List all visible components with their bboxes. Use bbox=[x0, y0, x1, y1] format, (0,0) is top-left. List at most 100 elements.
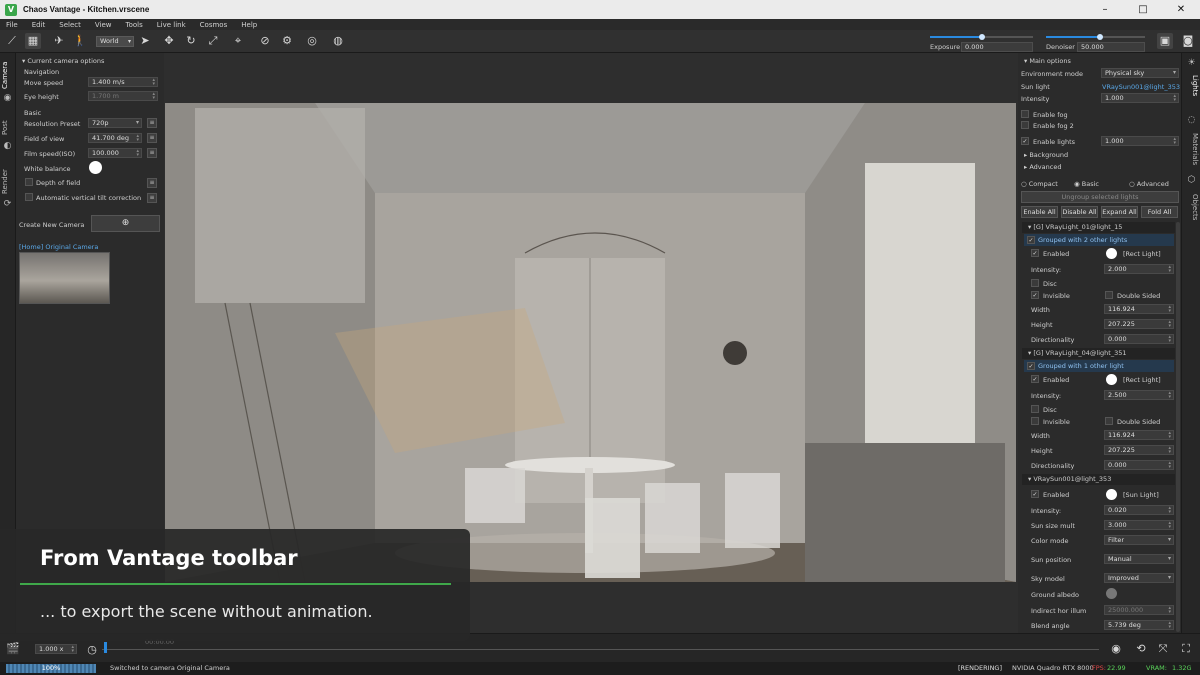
tab-camera[interactable]: Camera bbox=[1, 59, 15, 91]
light1-color-swatch[interactable] bbox=[1106, 248, 1117, 259]
select-tool-icon[interactable]: ➤ bbox=[137, 33, 153, 49]
light1-grouped-checkbox[interactable]: ✓ bbox=[1027, 236, 1035, 244]
minimize-button[interactable]: – bbox=[1086, 0, 1124, 19]
maximize-button[interactable]: □ bbox=[1124, 0, 1162, 19]
menu-file[interactable]: File bbox=[6, 21, 18, 29]
light2-double-sided-checkbox[interactable] bbox=[1105, 417, 1113, 425]
light1-double-sided-checkbox[interactable] bbox=[1105, 291, 1113, 299]
tab-materials[interactable]: Materials bbox=[1185, 129, 1199, 169]
light1-invisible-checkbox[interactable]: ✓ bbox=[1031, 291, 1039, 299]
fov-settings-button[interactable]: ≡ bbox=[147, 133, 157, 143]
exposure-slider[interactable]: Exposure 0.000 bbox=[930, 34, 1033, 52]
light2-directionality-input[interactable]: 0.000 ▴ ▾ bbox=[1104, 460, 1174, 470]
sun-position-select[interactable]: Manual bbox=[1104, 554, 1174, 564]
timeline-playhead[interactable] bbox=[104, 642, 107, 653]
depth-of-field-settings-button[interactable]: ≡ bbox=[147, 178, 157, 188]
indirect-illum-input[interactable]: 25000.000 ▴ ▾ bbox=[1104, 605, 1174, 615]
light2-disc-checkbox[interactable] bbox=[1031, 405, 1039, 413]
enable-fog2-checkbox[interactable] bbox=[1021, 121, 1029, 129]
light1-enabled-checkbox[interactable]: ✓ bbox=[1031, 249, 1039, 257]
light2-header[interactable]: ▾ [G] VRayLight_04@light_351 bbox=[1022, 348, 1175, 359]
loop-icon[interactable]: ⟲ bbox=[1133, 641, 1149, 657]
fov-input[interactable]: 41.700 deg ▴ ▾ bbox=[88, 133, 142, 143]
fold-all-button[interactable]: Fold All bbox=[1141, 206, 1178, 218]
move-tool-icon[interactable]: ✥ bbox=[161, 33, 177, 49]
rotate-tool-icon[interactable]: ↻ bbox=[183, 33, 199, 49]
tilt-correction-settings-button[interactable]: ≡ bbox=[147, 193, 157, 203]
screenshot-icon[interactable]: ◙ bbox=[1180, 33, 1196, 49]
sun-size-input[interactable]: 3.000 ▴ ▾ bbox=[1104, 520, 1174, 530]
playback-speed-input[interactable]: 1.000 x ▴ ▾ bbox=[35, 644, 77, 654]
move-speed-input[interactable]: 1.400 m/s ▴ ▾ bbox=[88, 77, 158, 87]
film-speed-input[interactable]: 100.000 ▴ ▾ bbox=[88, 148, 142, 158]
tab-lights[interactable]: Lights bbox=[1185, 71, 1199, 101]
white-balance-swatch[interactable] bbox=[89, 161, 102, 174]
camera-options-header[interactable]: ▾ Current camera options bbox=[22, 57, 104, 65]
menu-edit[interactable]: Edit bbox=[32, 21, 46, 29]
export-tool-icon[interactable]: ⊘ bbox=[257, 33, 273, 49]
denoiser-slider[interactable]: Denoiser 50.000 bbox=[1046, 34, 1145, 52]
ground-albedo-swatch[interactable] bbox=[1106, 588, 1117, 599]
intensity-input[interactable]: 1.000 ▴ ▾ bbox=[1101, 93, 1179, 103]
menu-view[interactable]: View bbox=[95, 21, 112, 29]
fly-mode-icon[interactable]: ✈ bbox=[51, 33, 67, 49]
light1-header[interactable]: ▾ [G] VRayLight_01@light_15 bbox=[1022, 222, 1175, 233]
sky-model-select[interactable]: Improved bbox=[1104, 573, 1174, 583]
blend-angle-input[interactable]: 5.739 deg ▴ ▾ bbox=[1104, 620, 1174, 630]
exposure-slider-knob[interactable] bbox=[979, 34, 985, 40]
denoiser-slider-knob[interactable] bbox=[1097, 34, 1103, 40]
disable-all-button[interactable]: Disable All bbox=[1061, 206, 1098, 218]
light1-width-input[interactable]: 116.924 ▴ ▾ bbox=[1104, 304, 1174, 314]
light2-enabled-checkbox[interactable]: ✓ bbox=[1031, 375, 1039, 383]
close-button[interactable]: ✕ bbox=[1162, 0, 1200, 19]
fit-view-icon[interactable]: ⤧ bbox=[1155, 641, 1171, 657]
ungroup-lights-button[interactable]: Ungroup selected lights bbox=[1021, 191, 1179, 203]
tab-render[interactable]: Render bbox=[1, 167, 15, 197]
mode-advanced-radio[interactable]: ○ Advanced bbox=[1129, 180, 1169, 188]
menu-live-link[interactable]: Live link bbox=[157, 21, 186, 29]
light2-grouped-checkbox[interactable]: ✓ bbox=[1027, 362, 1035, 370]
resolution-settings-button[interactable]: ≡ bbox=[147, 118, 157, 128]
light1-directionality-input[interactable]: 0.000 ▴ ▾ bbox=[1104, 334, 1174, 344]
tilt-correction-checkbox[interactable] bbox=[25, 193, 33, 201]
clapper-icon[interactable]: 🎬 bbox=[5, 641, 21, 657]
env-mode-select[interactable]: Physical sky bbox=[1101, 68, 1179, 78]
light2-height-input[interactable]: 207.225 ▴ ▾ bbox=[1104, 445, 1174, 455]
sun-header[interactable]: ▾ VRaySun001@light_353 bbox=[1022, 474, 1175, 485]
light2-invisible-checkbox[interactable] bbox=[1031, 417, 1039, 425]
timeline-track[interactable] bbox=[102, 649, 1099, 650]
denoiser-input[interactable]: 50.000 bbox=[1077, 42, 1145, 52]
menu-help[interactable]: Help bbox=[241, 21, 257, 29]
light1-height-input[interactable]: 207.225 ▴ ▾ bbox=[1104, 319, 1174, 329]
light2-color-swatch[interactable] bbox=[1106, 374, 1117, 385]
sun-light-link[interactable]: VRaySun001@light_353 bbox=[1102, 83, 1180, 91]
enable-fog-checkbox[interactable] bbox=[1021, 110, 1029, 118]
sun-color-swatch[interactable] bbox=[1106, 489, 1117, 500]
enable-lights-input[interactable]: 1.000 ▴ ▾ bbox=[1101, 136, 1179, 146]
mode-compact-radio[interactable]: ○ Compact bbox=[1021, 180, 1058, 188]
depth-of-field-checkbox[interactable] bbox=[25, 178, 33, 186]
camera-thumbnail[interactable] bbox=[19, 252, 110, 304]
snapshot-tool-icon[interactable]: ⚙ bbox=[279, 33, 295, 49]
time-mode-icon[interactable]: ◷ bbox=[84, 642, 100, 658]
color-picker-icon[interactable]: ◍ bbox=[330, 33, 346, 49]
color-mode-select[interactable]: Filter bbox=[1104, 535, 1174, 545]
fullscreen-icon[interactable]: ⛶ bbox=[1178, 641, 1194, 657]
mode-basic-radio[interactable]: ◉ Basic bbox=[1074, 180, 1099, 188]
tab-objects[interactable]: Objects bbox=[1185, 189, 1199, 225]
scale-tool-icon[interactable]: ⤢ bbox=[205, 33, 221, 49]
sun-enabled-checkbox[interactable]: ✓ bbox=[1031, 490, 1039, 498]
film-speed-settings-button[interactable]: ≡ bbox=[147, 148, 157, 158]
camera-mode-icon[interactable]: ▦ bbox=[25, 33, 41, 49]
light1-disc-checkbox[interactable] bbox=[1031, 279, 1039, 287]
menu-select[interactable]: Select bbox=[59, 21, 81, 29]
create-camera-button[interactable]: ⊕ bbox=[91, 215, 160, 232]
light1-grouped-row[interactable]: ✓ Grouped with 2 other lights bbox=[1024, 234, 1174, 246]
lights-panel-scrollbar[interactable] bbox=[1176, 222, 1180, 632]
tab-post[interactable]: Post bbox=[1, 117, 15, 139]
frame-buffer-icon[interactable]: ▣ bbox=[1157, 33, 1173, 49]
enable-all-button[interactable]: Enable All bbox=[1021, 206, 1058, 218]
resolution-select[interactable]: 720p bbox=[88, 118, 142, 128]
expand-all-button[interactable]: Expand All bbox=[1101, 206, 1138, 218]
render-viewport[interactable] bbox=[165, 103, 1016, 582]
